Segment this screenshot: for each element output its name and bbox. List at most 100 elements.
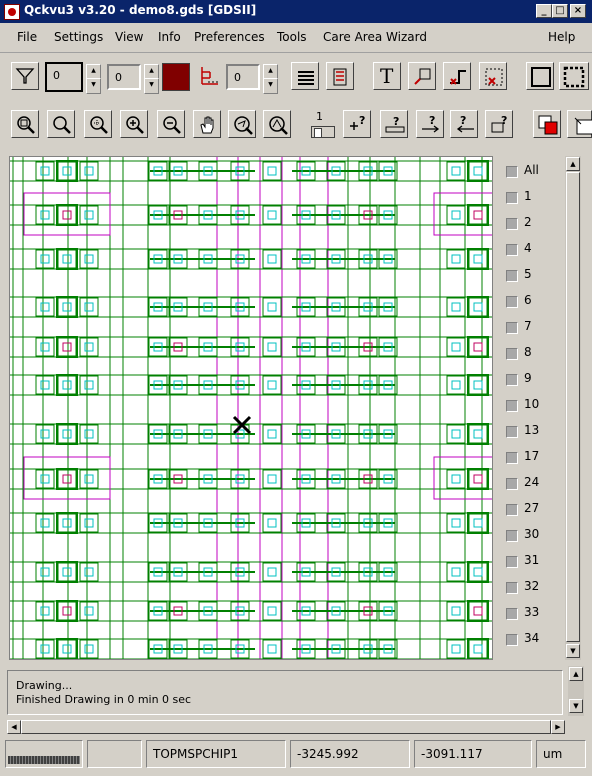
layer-checkbox[interactable] bbox=[506, 218, 518, 230]
layer-checkbox[interactable] bbox=[506, 530, 518, 542]
close-button[interactable]: × bbox=[570, 4, 586, 18]
zoom-window-button[interactable] bbox=[84, 110, 112, 138]
layer-item[interactable]: 13 bbox=[498, 422, 564, 444]
via-shape bbox=[62, 342, 72, 352]
path-button[interactable] bbox=[443, 62, 471, 90]
color-layer-button[interactable] bbox=[533, 110, 561, 138]
layer-item[interactable]: 24 bbox=[498, 474, 564, 496]
transform-query-button[interactable]: ? bbox=[485, 110, 513, 138]
layer-checkbox[interactable] bbox=[506, 322, 518, 334]
log-scroll-down-button[interactable]: ▼ bbox=[569, 699, 583, 713]
layer-item[interactable]: 33 bbox=[498, 604, 564, 626]
layer-item[interactable]: 6 bbox=[498, 292, 564, 314]
layer-checkbox[interactable] bbox=[506, 452, 518, 464]
layers-button[interactable] bbox=[291, 62, 319, 90]
layer-checkbox[interactable] bbox=[506, 192, 518, 204]
log-scroll-up-button[interactable]: ▲ bbox=[569, 667, 583, 681]
menu-help[interactable]: Help bbox=[548, 30, 575, 44]
prev-query-button[interactable]: ? bbox=[450, 110, 478, 138]
log-horizontal-scrollbar[interactable]: ◀ ▶ bbox=[7, 720, 565, 734]
layer-item[interactable]: 9 bbox=[498, 370, 564, 392]
layer-checkbox[interactable] bbox=[506, 400, 518, 412]
layout-drawing[interactable] bbox=[10, 157, 493, 660]
overflow-tool-button[interactable] bbox=[567, 110, 592, 138]
layer-item[interactable]: 7 bbox=[498, 318, 564, 340]
add-query-button[interactable]: ? bbox=[343, 110, 371, 138]
scroll-down-button[interactable]: ▼ bbox=[566, 644, 580, 658]
zoom-out-button[interactable] bbox=[157, 110, 185, 138]
hierarchy-field[interactable]: 0 bbox=[226, 64, 260, 90]
layer-checkbox[interactable] bbox=[506, 244, 518, 256]
layer-item[interactable]: 2 bbox=[498, 214, 564, 236]
scroll-left-button[interactable]: ◀ bbox=[7, 720, 21, 734]
layer-color-swatch[interactable] bbox=[162, 63, 190, 91]
zoom-fit-button[interactable] bbox=[11, 110, 39, 138]
log-vertical-scrollbar[interactable]: ▲ ▼ bbox=[568, 666, 584, 716]
ruler-query-icon: ? bbox=[385, 115, 405, 133]
zoom-scale-button[interactable] bbox=[263, 110, 291, 138]
next-query-button[interactable]: ? bbox=[416, 110, 444, 138]
box-select-button[interactable] bbox=[526, 62, 554, 90]
depth-field[interactable]: 0 bbox=[107, 64, 141, 90]
canvas-vertical-scrollbar[interactable]: ▲ ▼ bbox=[565, 156, 581, 660]
app-icon[interactable] bbox=[4, 4, 20, 20]
zoom-previous-icon bbox=[234, 116, 253, 135]
zoom-box-button[interactable] bbox=[47, 110, 75, 138]
layer-item[interactable]: 10 bbox=[498, 396, 564, 418]
cell-tree-button[interactable] bbox=[326, 62, 354, 90]
maximize-button[interactable]: □ bbox=[552, 4, 568, 18]
layer-checkbox[interactable] bbox=[506, 374, 518, 386]
menu-info[interactable]: Info bbox=[158, 30, 181, 44]
layer-checkbox[interactable] bbox=[506, 348, 518, 360]
menu-preferences[interactable]: Preferences bbox=[194, 30, 265, 44]
level-field[interactable]: 0 bbox=[45, 62, 83, 92]
layer-item[interactable]: 8 bbox=[498, 344, 564, 366]
layer-item[interactable]: 30 bbox=[498, 526, 564, 548]
filter-button[interactable] bbox=[11, 62, 39, 90]
layer-checkbox[interactable] bbox=[506, 608, 518, 620]
minimize-button[interactable]: _ bbox=[536, 4, 552, 18]
hierarchy-spinner[interactable]: ▲ ▼ bbox=[263, 64, 278, 94]
layer-checkbox[interactable] bbox=[506, 634, 518, 646]
horizontal-scroll-thumb[interactable] bbox=[21, 720, 551, 734]
layer-item[interactable]: 1 bbox=[498, 188, 564, 210]
menu-tools[interactable]: Tools bbox=[277, 30, 307, 44]
pan-button[interactable] bbox=[193, 110, 221, 138]
zoom-previous-button[interactable] bbox=[228, 110, 256, 138]
dashed-box-icon bbox=[563, 66, 585, 88]
scroll-right-button[interactable]: ▶ bbox=[551, 720, 565, 734]
menu-settings[interactable]: Settings bbox=[54, 30, 103, 44]
layer-checkbox[interactable] bbox=[506, 426, 518, 438]
level-spinner[interactable]: ▲ ▼ bbox=[86, 64, 101, 94]
layer-item[interactable]: 34 bbox=[498, 630, 564, 652]
measure-button[interactable] bbox=[408, 62, 436, 90]
ruler-query-button[interactable]: ? bbox=[380, 110, 408, 138]
menu-view[interactable]: View bbox=[115, 30, 143, 44]
scroll-thumb[interactable] bbox=[566, 172, 580, 642]
layer-checkbox[interactable] bbox=[506, 270, 518, 282]
layer-checkbox[interactable] bbox=[506, 166, 518, 178]
layer-item[interactable]: 31 bbox=[498, 552, 564, 574]
zoom-level-control[interactable]: 1 bbox=[309, 110, 337, 142]
layer-item[interactable]: 17 bbox=[498, 448, 564, 470]
layer-item[interactable]: All bbox=[498, 162, 564, 184]
layer-item[interactable]: 4 bbox=[498, 240, 564, 262]
layer-checkbox[interactable] bbox=[506, 582, 518, 594]
layer-checkbox[interactable] bbox=[506, 556, 518, 568]
delete-button[interactable] bbox=[479, 62, 507, 90]
depth-spinner[interactable]: ▲ ▼ bbox=[144, 64, 159, 94]
menu-file[interactable]: File bbox=[17, 30, 37, 44]
layer-checkbox[interactable] bbox=[506, 296, 518, 308]
layer-item[interactable]: 32 bbox=[498, 578, 564, 600]
layer-item[interactable]: 27 bbox=[498, 500, 564, 522]
layer-checkbox[interactable] bbox=[506, 478, 518, 490]
menu-care-area-wizard[interactable]: Care Area Wizard bbox=[323, 30, 427, 44]
layer-checkbox[interactable] bbox=[506, 504, 518, 516]
layout-canvas[interactable] bbox=[9, 156, 493, 660]
layer-item[interactable]: 5 bbox=[498, 266, 564, 288]
text-button[interactable]: T bbox=[373, 62, 401, 90]
scroll-up-button[interactable]: ▲ bbox=[566, 157, 580, 171]
area-select-button[interactable] bbox=[559, 62, 589, 90]
zoom-slider[interactable] bbox=[311, 126, 335, 138]
zoom-in-button[interactable] bbox=[120, 110, 148, 138]
